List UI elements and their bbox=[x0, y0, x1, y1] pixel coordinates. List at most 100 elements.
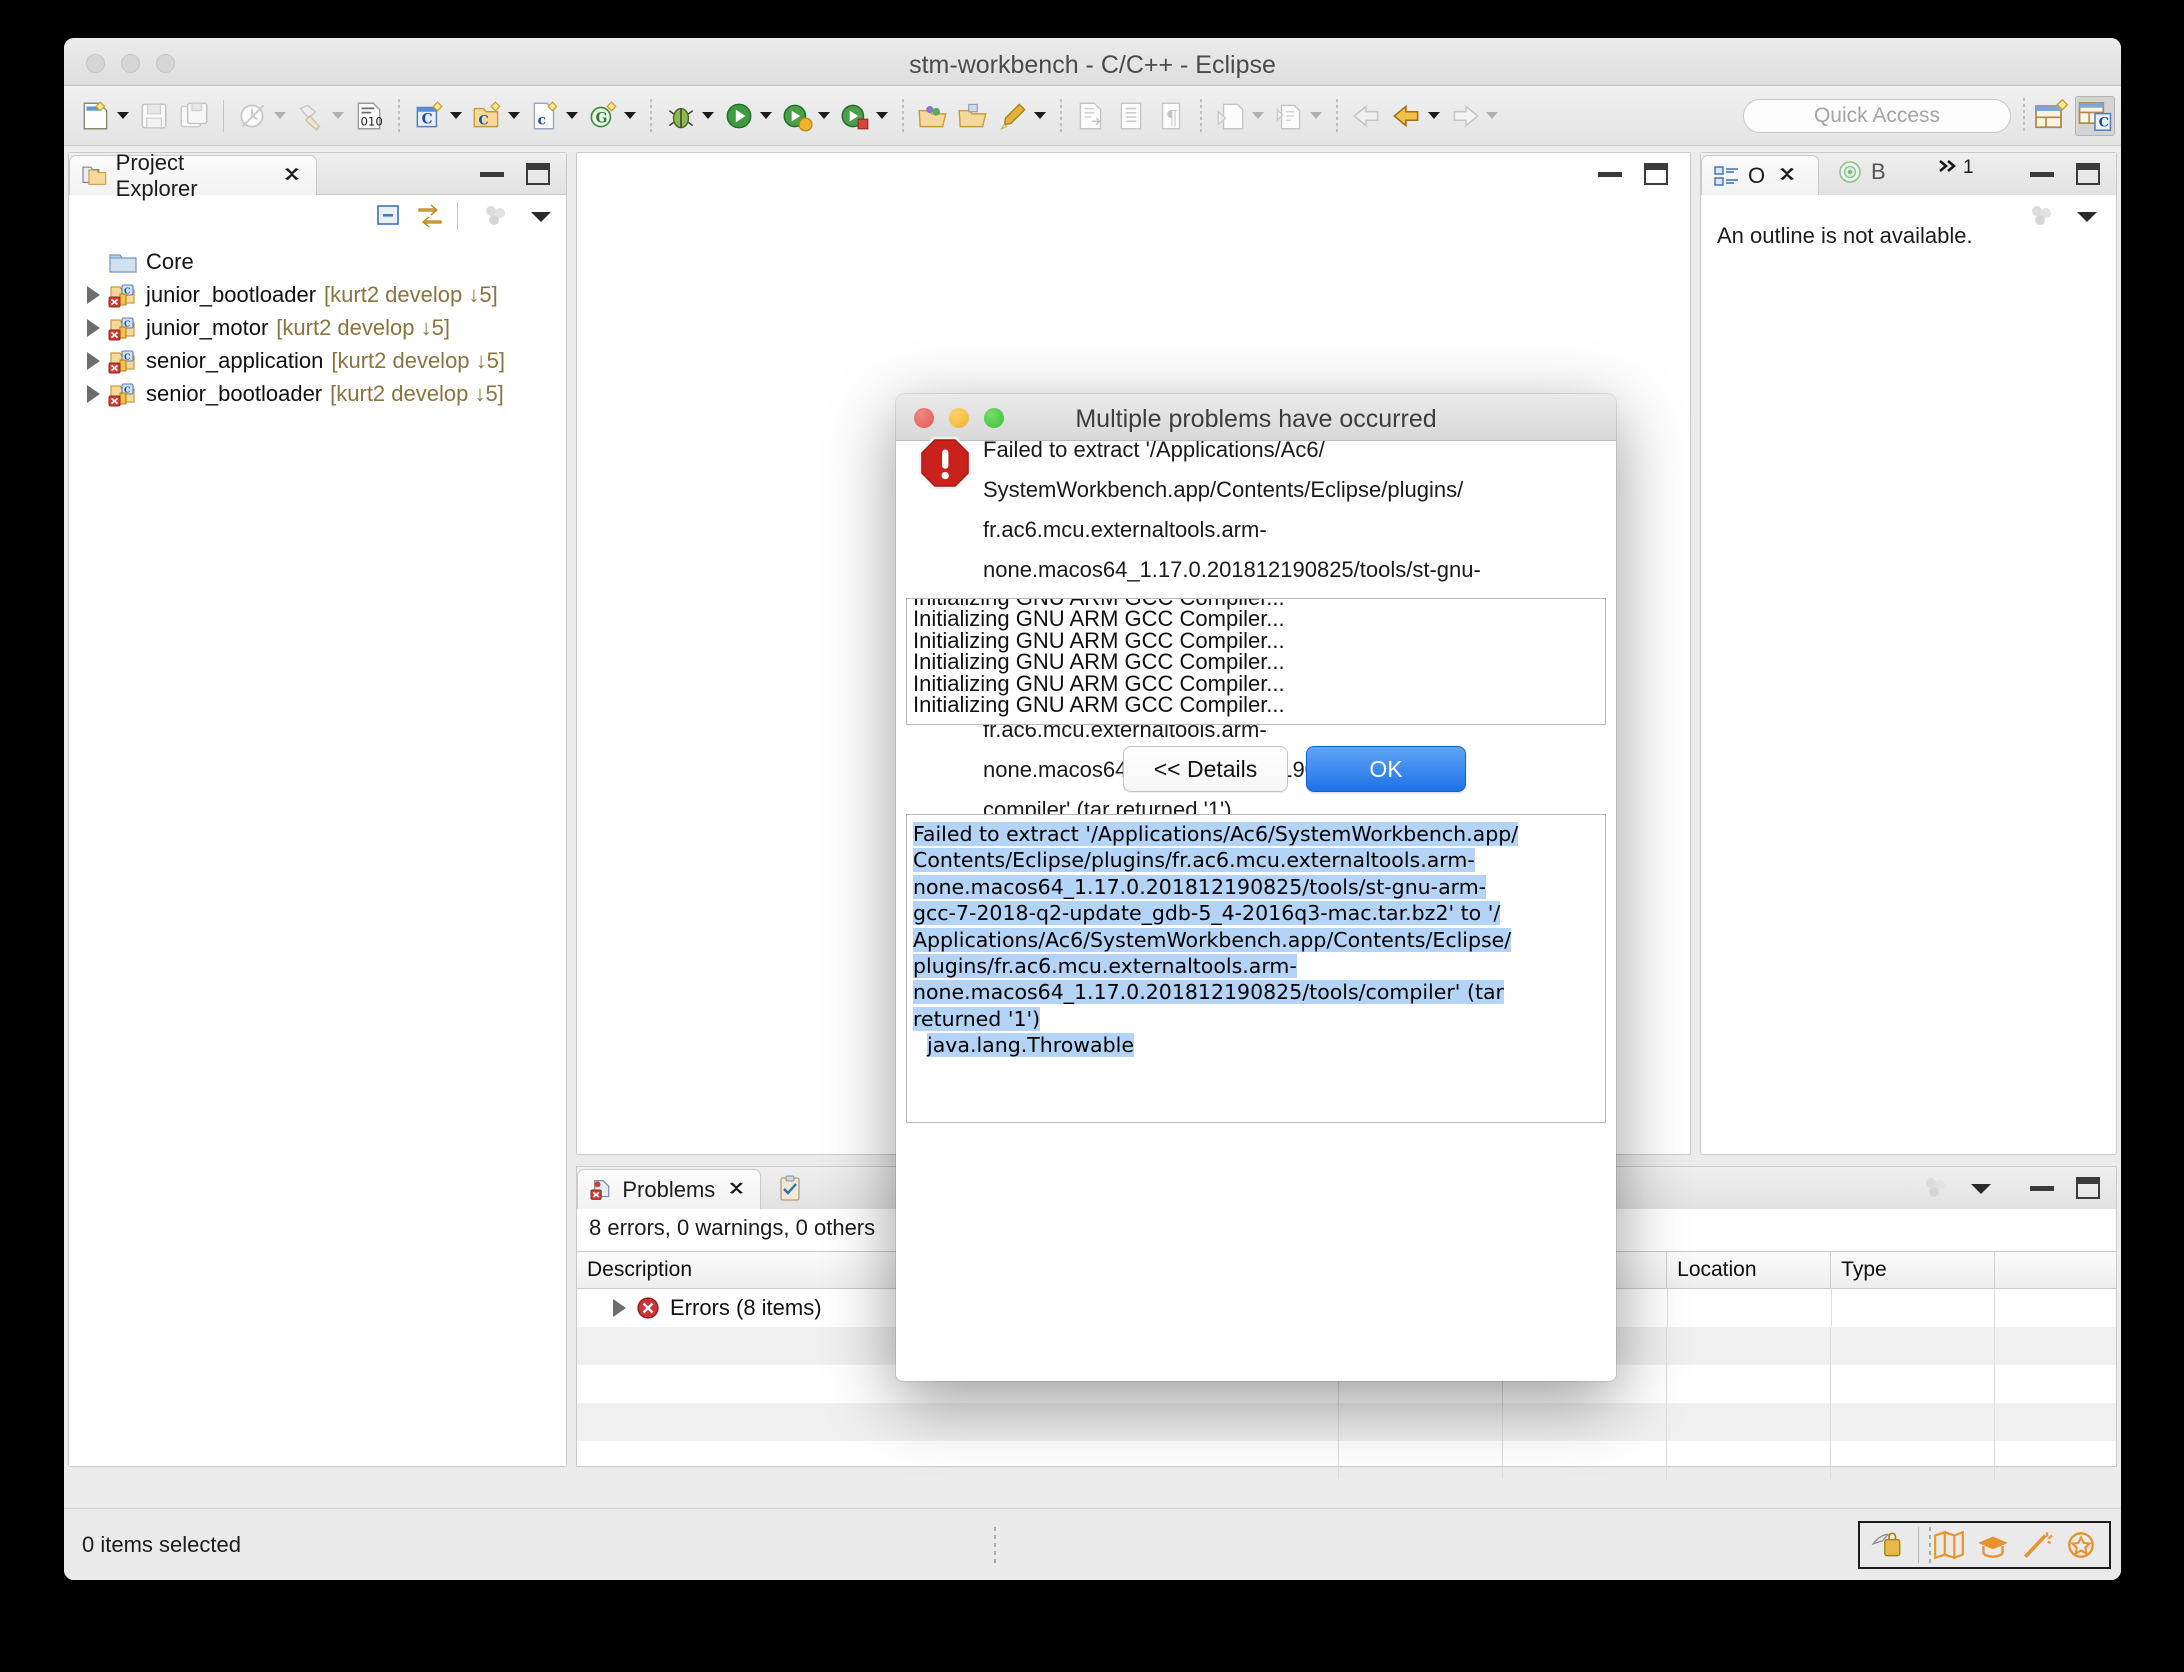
toolbar-save-button[interactable] bbox=[134, 94, 174, 138]
details-button[interactable]: << Details bbox=[1123, 746, 1288, 792]
view-menu-icon[interactable] bbox=[2072, 201, 2102, 231]
cpp-perspective-button[interactable]: C bbox=[2075, 96, 2115, 136]
chevron-down-icon[interactable] bbox=[117, 112, 129, 119]
toolbar-new-file-button[interactable] bbox=[76, 94, 134, 138]
expand-twisty-icon[interactable] bbox=[613, 1299, 626, 1317]
focus-on-active-task-icon[interactable] bbox=[1920, 1173, 1950, 1203]
tree-item-junior-motor[interactable]: C junior_motor [kurt2 develop ↓5] bbox=[69, 311, 566, 344]
chevron-down-icon[interactable] bbox=[760, 112, 772, 119]
chevron-down-icon[interactable] bbox=[450, 112, 462, 119]
focus-on-active-task-icon[interactable] bbox=[2026, 201, 2056, 231]
tab-problems[interactable]: Problems bbox=[577, 1169, 761, 1209]
tab-build-targets[interactable]: B bbox=[1837, 159, 1886, 185]
toolbar-show-whitespace-button[interactable]: ¶ bbox=[1151, 94, 1191, 138]
close-icon[interactable] bbox=[282, 166, 302, 186]
chevron-down-icon[interactable] bbox=[876, 112, 888, 119]
toolbar-previous-edit-button[interactable] bbox=[1387, 94, 1445, 138]
chevron-down-icon[interactable] bbox=[566, 112, 578, 119]
toolbar-back-button[interactable] bbox=[1347, 94, 1387, 138]
toolbar-hex-editor-button[interactable]: 010 bbox=[349, 94, 389, 138]
close-icon[interactable] bbox=[1777, 166, 1797, 186]
toolbar-run-button[interactable] bbox=[719, 94, 777, 138]
maximize-icon[interactable] bbox=[1644, 163, 1668, 185]
expand-twisty-icon[interactable] bbox=[87, 285, 100, 304]
table-row[interactable] bbox=[577, 1403, 2116, 1441]
maximize-icon[interactable] bbox=[2076, 1177, 2100, 1199]
collapse-all-icon[interactable] bbox=[375, 201, 405, 231]
toolbar-next-annotation-button[interactable] bbox=[1071, 94, 1111, 138]
view-menu-icon[interactable] bbox=[526, 201, 556, 231]
minimize-icon[interactable] bbox=[480, 171, 504, 177]
quick-access-input[interactable]: Quick Access bbox=[1743, 99, 2011, 133]
chevron-down-icon[interactable] bbox=[818, 112, 830, 119]
maximize-icon[interactable] bbox=[2076, 163, 2100, 185]
view-menu-icon[interactable] bbox=[1966, 1173, 1996, 1203]
ok-button[interactable]: OK bbox=[1306, 746, 1466, 792]
toolbar-new-c-file-button[interactable]: c bbox=[525, 94, 583, 138]
map-icon[interactable] bbox=[1932, 1529, 1966, 1561]
tab-label: Problems bbox=[622, 1176, 716, 1202]
writable-lock-icon[interactable] bbox=[1871, 1529, 1905, 1561]
outline-tab-overflow[interactable]: 1 bbox=[1937, 157, 1974, 179]
column-header-type[interactable]: Type bbox=[1830, 1251, 1994, 1289]
toolbar-new-class-button[interactable]: G bbox=[583, 94, 641, 138]
toolbar-open-type-button[interactable] bbox=[953, 94, 993, 138]
project-explorer-tabrow: Project Explorer bbox=[69, 150, 566, 201]
tab-outline[interactable]: O bbox=[1701, 155, 1819, 195]
toolbar-external-tools-button[interactable] bbox=[835, 94, 893, 138]
column-header-location[interactable]: Location bbox=[1666, 1251, 1830, 1289]
toolbar-marker-button[interactable] bbox=[993, 94, 1051, 138]
link-with-editor-icon[interactable] bbox=[415, 201, 445, 231]
chevron-down-icon[interactable] bbox=[1034, 112, 1046, 119]
dialog-button-row: << Details OK bbox=[896, 746, 1616, 802]
chevron-down-icon[interactable] bbox=[508, 112, 520, 119]
tree-item-senior-application[interactable]: C senior_application [kurt2 develop ↓5] bbox=[69, 344, 566, 377]
chevron-down-icon[interactable] bbox=[1428, 112, 1440, 119]
expand-twisty-icon[interactable] bbox=[87, 384, 100, 403]
dialog-details-text[interactable]: Failed to extract '/Applications/Ac6/Sys… bbox=[906, 814, 1606, 1123]
toolbar-save-all-button[interactable] bbox=[174, 94, 214, 138]
minimize-icon[interactable] bbox=[1598, 171, 1622, 177]
toolbar-block-selection-button[interactable] bbox=[1111, 94, 1151, 138]
chevron-down-icon[interactable] bbox=[1252, 112, 1264, 119]
toolbar-build-button[interactable] bbox=[291, 94, 349, 138]
tree-item-junior-bootloader[interactable]: C junior_bootloader [kurt2 develop ↓5] bbox=[69, 278, 566, 311]
details-line-text: returned '1') bbox=[913, 1006, 1041, 1031]
close-icon[interactable] bbox=[727, 1180, 746, 1200]
chevron-down-icon[interactable] bbox=[274, 112, 286, 119]
toolbar-run-history-button[interactable] bbox=[777, 94, 835, 138]
chevron-down-icon[interactable] bbox=[702, 112, 714, 119]
column-header-extra[interactable] bbox=[1994, 1251, 2116, 1289]
minimize-icon[interactable] bbox=[2030, 1185, 2054, 1191]
tree-item-core[interactable]: Core bbox=[69, 245, 566, 278]
magic-wand-icon[interactable] bbox=[2020, 1529, 2054, 1561]
status-tray bbox=[1858, 1521, 2111, 1569]
chevron-down-icon[interactable] bbox=[332, 112, 344, 119]
tree-item-senior-bootloader[interactable]: C senior_bootloader [kurt2 develop ↓5] bbox=[69, 377, 566, 410]
tab-tasks[interactable] bbox=[775, 1175, 805, 1208]
graduation-cap-icon[interactable] bbox=[1976, 1529, 2010, 1561]
toolbar-new-c-project-button[interactable]: C bbox=[409, 94, 467, 138]
chevron-down-icon[interactable] bbox=[1310, 112, 1322, 119]
toolbar-debug-button[interactable] bbox=[661, 94, 719, 138]
expand-twisty-icon[interactable] bbox=[87, 351, 100, 370]
badge-icon[interactable] bbox=[2064, 1529, 2098, 1561]
maximize-icon[interactable] bbox=[526, 163, 550, 185]
focus-on-active-task-icon[interactable] bbox=[480, 201, 510, 231]
chevron-down-icon[interactable] bbox=[1486, 112, 1498, 119]
toolbar-open-declaration-button[interactable] bbox=[1269, 94, 1327, 138]
chevron-down-icon[interactable] bbox=[624, 112, 636, 119]
table-row[interactable] bbox=[577, 1441, 2116, 1479]
dialog-problem-list[interactable]: Initializing GNU ARM GCC Compiler... Ini… bbox=[906, 598, 1606, 725]
expand-twisty-icon[interactable] bbox=[87, 318, 100, 337]
open-perspective-button[interactable] bbox=[2031, 96, 2071, 136]
tab-project-explorer[interactable]: Project Explorer bbox=[69, 150, 317, 201]
outline-panel: O B 1 An outline is not available. bbox=[1700, 152, 2117, 1155]
project-explorer-toolbar bbox=[365, 201, 556, 231]
toolbar-mark-occurrences-button[interactable] bbox=[1211, 94, 1269, 138]
minimize-icon[interactable] bbox=[2030, 171, 2054, 177]
toolbar-new-c-folder-button[interactable]: C bbox=[467, 94, 525, 138]
toolbar-forward-button[interactable] bbox=[1445, 94, 1503, 138]
toolbar-open-resource-button[interactable] bbox=[913, 94, 953, 138]
toolbar-build-configurations-button[interactable] bbox=[233, 94, 291, 138]
